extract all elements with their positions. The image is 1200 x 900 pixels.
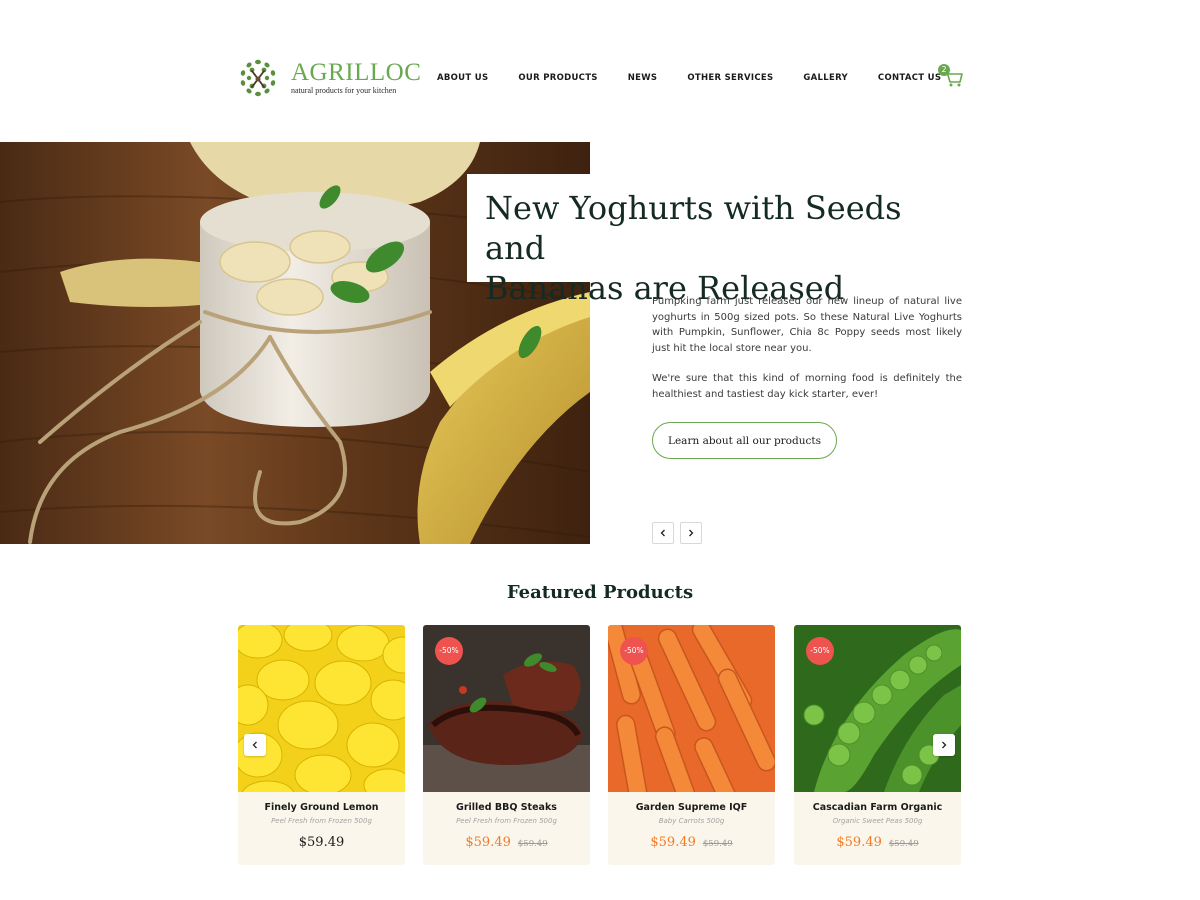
hero-title: New Yoghurts with Seeds and Bananas are … — [485, 188, 962, 308]
product-name[interactable]: Finely Ground Lemon — [238, 802, 405, 813]
product-price: $59.49 — [650, 835, 696, 850]
cart-count-badge: 2 — [938, 64, 950, 76]
product-subtitle: Peel Fresh from Frozen 500g — [456, 817, 557, 825]
chevron-right-icon — [942, 741, 947, 749]
product-price-row: $59.49 $59.49 — [423, 835, 590, 850]
learn-products-button[interactable]: Learn about all our products — [652, 422, 837, 459]
product-image-peas: -50% — [794, 625, 961, 792]
product-subtitle: Peel Fresh from Frozen 500g — [271, 817, 372, 825]
product-card[interactable]: -50% Garden Supreme IQF Baby Carrots 500… — [608, 625, 775, 865]
hero-title-line1: New Yoghurts with Seeds and — [485, 189, 902, 267]
nav-our-products[interactable]: OUR PRODUCTS — [518, 73, 597, 83]
discount-badge: -50% — [435, 637, 463, 665]
hero-title-box: New Yoghurts with Seeds and Bananas are … — [467, 174, 962, 307]
cart-button[interactable]: 2 — [938, 64, 964, 88]
product-name[interactable]: Garden Supreme IQF — [608, 802, 775, 813]
product-name[interactable]: Cascadian Farm Organic — [794, 802, 961, 813]
product-subtitle: Organic Sweet Peas 500g — [832, 817, 923, 825]
nav-news[interactable]: NEWS — [628, 73, 658, 83]
product-price: $59.49 — [465, 835, 511, 850]
hero-next-button[interactable] — [680, 522, 702, 544]
hero-prev-button[interactable] — [652, 522, 674, 544]
site-logo[interactable]: AGRILLOC natural products for your kitch… — [238, 58, 421, 98]
hero-paragraph-1: Pumpking farm just released our new line… — [652, 296, 962, 354]
chevron-left-icon — [252, 741, 257, 749]
product-price-row: $59.49 $59.49 — [794, 835, 961, 850]
nav-about-us[interactable]: ABOUT US — [437, 73, 488, 83]
product-price: $59.49 — [836, 835, 882, 850]
discount-badge: -50% — [620, 637, 648, 665]
product-card[interactable]: -50% Grilled BBQ Steaks Peel Fresh from … — [423, 625, 590, 865]
nav-other-services[interactable]: OTHER SERVICES — [687, 73, 773, 83]
nav-gallery[interactable]: GALLERY — [803, 73, 848, 83]
nav-contact-us[interactable]: CONTACT US — [878, 73, 941, 83]
chevron-left-icon — [660, 529, 665, 537]
product-price-row: $59.49 $59.49 — [608, 835, 775, 850]
chevron-right-icon — [689, 529, 694, 537]
discount-badge: -50% — [806, 637, 834, 665]
product-old-price: $59.49 — [702, 839, 733, 849]
brand-tagline: natural products for your kitchen — [291, 85, 397, 95]
featured-products-title: Featured Products — [506, 582, 694, 603]
product-old-price: $59.49 — [888, 839, 919, 849]
product-image-carrots: -50% — [608, 625, 775, 792]
product-price: $59.49 — [298, 835, 345, 850]
products-next-button[interactable] — [933, 734, 955, 756]
leaf-fork-logo-icon — [239, 59, 277, 97]
product-image-lemons — [238, 625, 405, 792]
product-subtitle: Baby Carrots 500g — [658, 817, 725, 825]
main-nav: ABOUT US OUR PRODUCTS NEWS OTHER SERVICE… — [437, 73, 971, 83]
product-image-steak: -50% — [423, 625, 590, 792]
products-prev-button[interactable] — [244, 734, 266, 756]
product-old-price: $59.49 — [517, 839, 548, 849]
hero-paragraph-2: We're sure that this kind of morning foo… — [652, 373, 962, 400]
product-name[interactable]: Grilled BBQ Steaks — [423, 802, 590, 813]
brand-name: AGRILLOC — [291, 58, 422, 86]
hero-description: Pumpking farm just released our new line… — [652, 294, 962, 402]
product-price-row: $59.49 — [238, 835, 405, 850]
